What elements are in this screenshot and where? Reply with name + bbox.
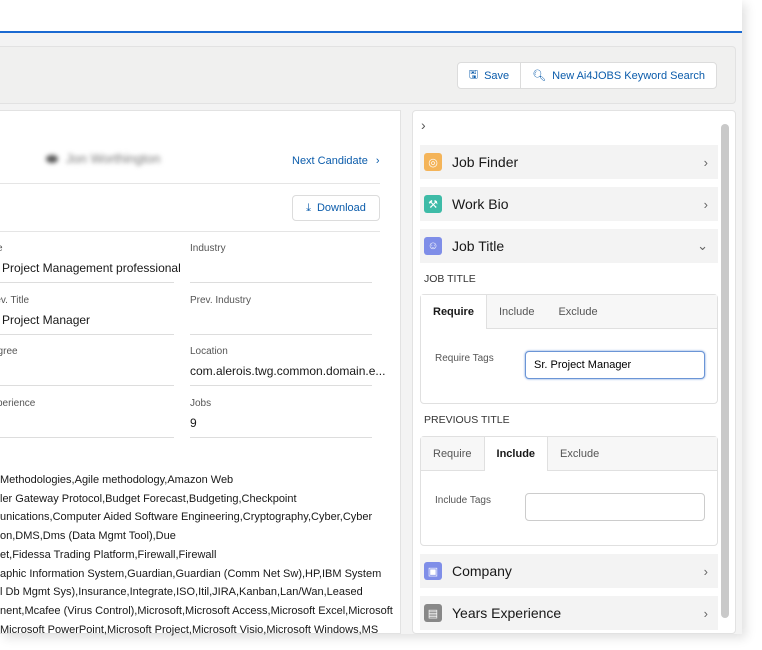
- search-icon: 🔍︎: [532, 70, 547, 82]
- field-title: tler. Project Management professional: [0, 237, 181, 283]
- save-icon: 🖫: [468, 69, 479, 81]
- calendar-icon: ▤: [424, 604, 442, 622]
- section-company[interactable]: ▣ Company ›: [420, 554, 718, 588]
- scrollbar[interactable]: [721, 124, 729, 618]
- divider: [0, 231, 380, 232]
- toolbar: 🖫 Save 🔍︎ New Ai4JOBS Keyword Search: [0, 46, 736, 104]
- require-tags-input[interactable]: [525, 351, 705, 379]
- save-button[interactable]: 🖫 Save: [458, 63, 520, 88]
- chevron-right-icon: ›: [703, 154, 708, 170]
- toolbar-button-group: 🖫 Save 🔍︎ New Ai4JOBS Keyword Search: [456, 62, 717, 89]
- download-button[interactable]: ⤓ Download: [292, 195, 380, 221]
- tab-exclude[interactable]: Exclude: [546, 295, 609, 328]
- include-tags-input[interactable]: [525, 493, 705, 521]
- job-title-heading: JOB TITLE: [424, 273, 476, 285]
- tab-include[interactable]: Include: [483, 437, 549, 471]
- job-title-tabs: Require Include Exclude Require Tags: [420, 294, 718, 404]
- skills-text: Methodologies,Agile methodology,Amazon W…: [0, 474, 393, 636]
- candidate-panel: Jon Worthington Next Candidate › ⤓ Downloa…: [0, 110, 401, 636]
- avatar: [46, 154, 58, 163]
- include-tags-label: Include Tags: [435, 495, 491, 506]
- field-jobs: Jobs 9: [190, 392, 372, 438]
- people-icon: ☺: [424, 237, 442, 255]
- previous-title-heading: PREVIOUS TITLE: [424, 414, 510, 426]
- section-job-finder[interactable]: ◎ Job Finder ›: [420, 145, 718, 179]
- candidate-name: Jon Worthington: [46, 151, 160, 166]
- section-years-experience[interactable]: ▤ Years Experience ›: [420, 596, 718, 630]
- chevron-right-icon: ›: [703, 563, 708, 579]
- next-candidate-link[interactable]: Next Candidate ›: [292, 155, 380, 167]
- job-finder-icon: ◎: [424, 153, 442, 171]
- previous-title-tabs: Require Include Exclude Include Tags: [420, 436, 718, 546]
- tab-exclude[interactable]: Exclude: [548, 437, 611, 470]
- building-icon: ▣: [424, 562, 442, 580]
- tab-require[interactable]: Require: [421, 295, 487, 329]
- tab-require[interactable]: Require: [421, 437, 484, 470]
- tab-include[interactable]: Include: [487, 295, 546, 328]
- section-job-title[interactable]: ☺ Job Title ⌄: [420, 229, 718, 263]
- chevron-right-icon: ›: [375, 155, 380, 167]
- header-accent-line: [0, 31, 742, 33]
- divider: [0, 183, 380, 184]
- chevron-right-icon: ›: [703, 196, 708, 212]
- new-keyword-search-button[interactable]: 🔍︎ New Ai4JOBS Keyword Search: [520, 63, 716, 88]
- section-work-bio[interactable]: ⚒ Work Bio ›: [420, 187, 718, 221]
- field-experience: xperience3: [0, 392, 174, 438]
- header-bar: [0, 0, 742, 32]
- field-industry: Industry: [190, 237, 372, 283]
- field-location: Location com.alerois.twg.common.domain.e.…: [190, 340, 385, 386]
- require-tags-label: Require Tags: [435, 353, 494, 364]
- wrench-icon: ⚒: [424, 195, 442, 213]
- field-prev-title: rev. Titler. Project Manager: [0, 289, 174, 335]
- field-degree: egree: [0, 340, 174, 386]
- download-icon: ⤓: [306, 201, 311, 214]
- field-prev-industry: Prev. Industry: [190, 289, 372, 335]
- chevron-right-icon: ›: [703, 605, 708, 621]
- collapse-panel-icon[interactable]: ›: [421, 117, 426, 133]
- search-filters-panel: › ◎ Job Finder › ⚒ Work Bio › ☺ Job Title ⌄ JO…: [412, 110, 736, 634]
- chevron-down-icon: ⌄: [697, 238, 708, 253]
